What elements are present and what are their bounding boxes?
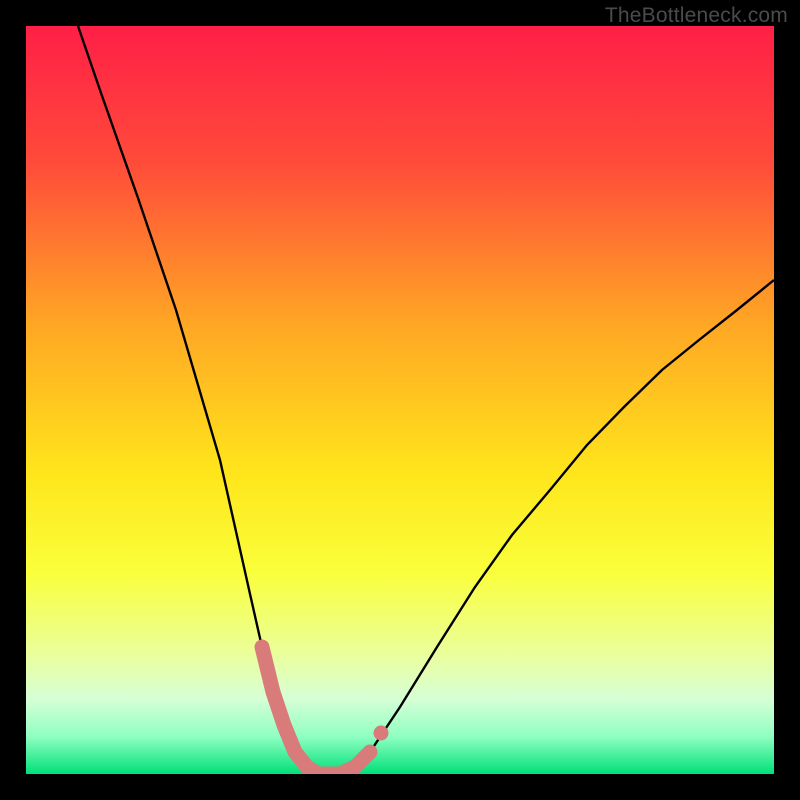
plot-area	[26, 26, 774, 774]
bottleneck-curve	[78, 26, 774, 774]
optimal-range-end-dot	[374, 726, 389, 741]
chart-frame: TheBottleneck.com	[0, 0, 800, 800]
watermark-text: TheBottleneck.com	[605, 4, 788, 28]
bottleneck-curve-svg	[26, 26, 774, 774]
optimal-range-highlight	[262, 647, 370, 774]
